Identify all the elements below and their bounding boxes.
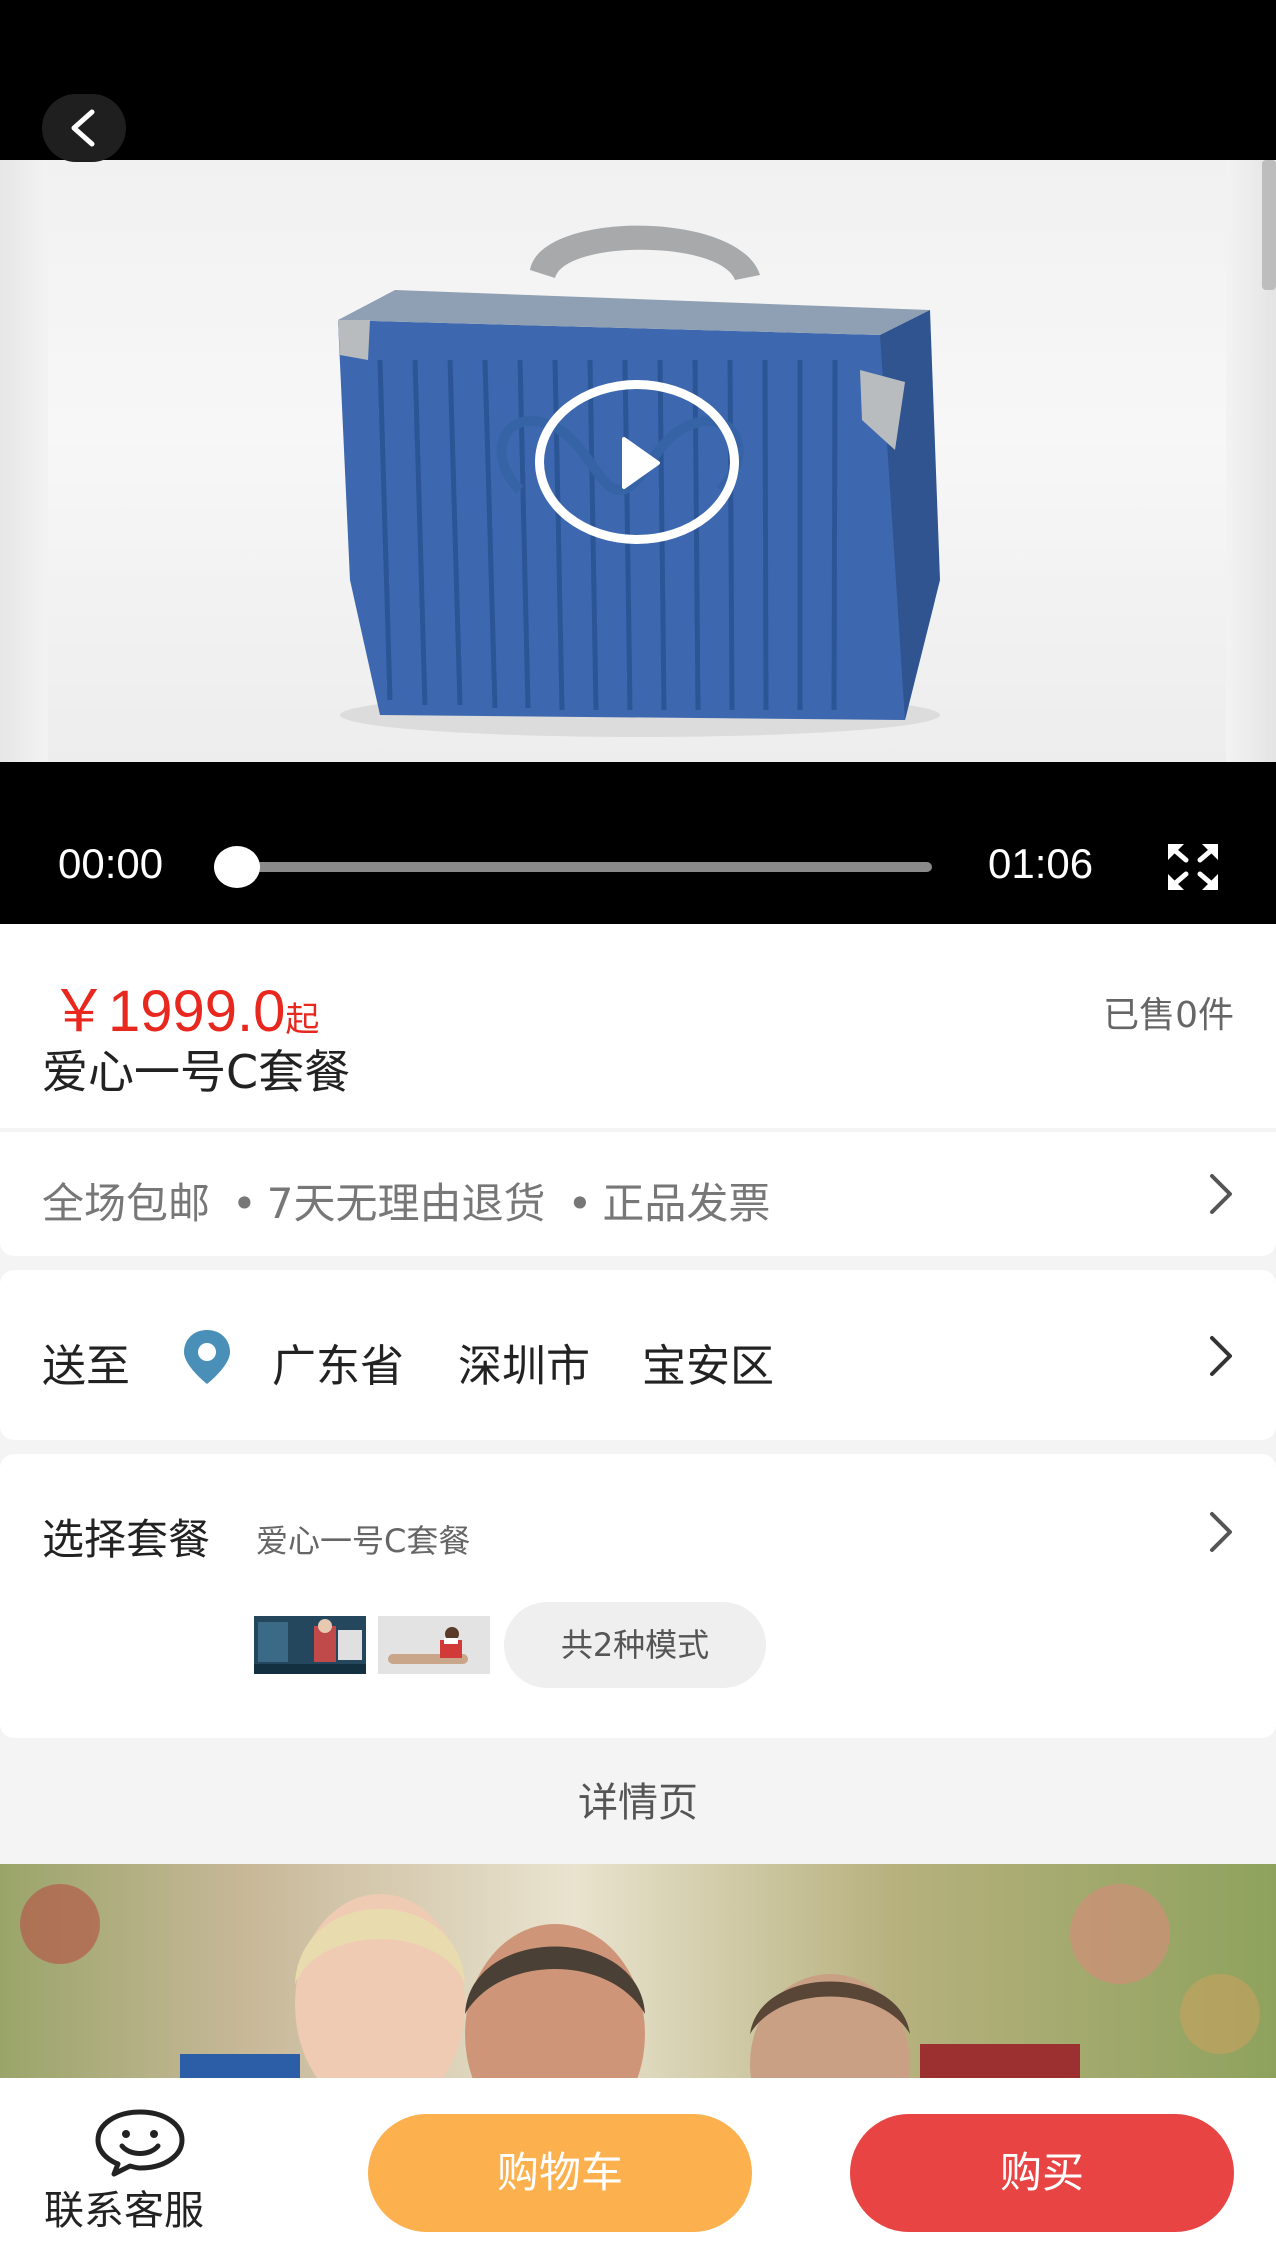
dot-separator: • xyxy=(567,1179,593,1228)
play-button[interactable] xyxy=(535,380,739,544)
currency-symbol: ￥ xyxy=(50,979,109,1044)
customer-service-button[interactable]: 联系客服 xyxy=(30,2108,250,2238)
detail-photo xyxy=(0,1864,1276,2078)
chevron-right-icon xyxy=(1210,1512,1232,1552)
service-item: 全场包邮 xyxy=(42,1179,211,1228)
customer-service-label: 联系客服 xyxy=(44,2188,204,2234)
smiley-chat-icon xyxy=(95,2109,185,2177)
duration-time: 01:06 xyxy=(988,840,1094,887)
chevron-right-icon xyxy=(1210,1174,1232,1214)
back-icon xyxy=(71,109,95,147)
play-icon xyxy=(622,437,660,489)
delivery-address-row[interactable]: 送至 广东省 深圳市 宝安区 xyxy=(0,1270,1276,1440)
package-thumbnail-image xyxy=(254,1616,366,1674)
chevron-right-icon xyxy=(1210,1336,1232,1376)
video-controls: 00:00 01:06 xyxy=(0,820,1276,916)
delivery-city: 深圳市 xyxy=(458,1341,590,1392)
service-guarantee-row[interactable]: 全场包邮 • 7天无理由退货 • 正品发票 xyxy=(0,1132,1276,1256)
scrollbar-thumb[interactable] xyxy=(1262,160,1276,290)
sold-count: 已售0件 xyxy=(1103,995,1234,1036)
buy-button[interactable]: 购买 xyxy=(850,2114,1234,2232)
back-button[interactable] xyxy=(42,94,126,162)
modes-count-button[interactable]: 共2种模式 xyxy=(504,1602,766,1688)
service-item: 正品发票 xyxy=(602,1179,771,1228)
delivery-province: 广东省 xyxy=(272,1341,404,1392)
package-thumbnail-image xyxy=(378,1616,490,1674)
product-info-card: ￥1999.0起 已售0件 爱心一号C套餐 xyxy=(0,924,1276,1128)
delivery-district: 宝安区 xyxy=(642,1341,774,1392)
delivery-label: 送至 xyxy=(42,1341,130,1392)
video-player[interactable]: 00:00 01:06 xyxy=(0,0,1276,924)
family-photo-image xyxy=(20,1884,1260,2078)
selected-package: 爱心一号C套餐 xyxy=(256,1522,471,1560)
package-label: 选择套餐 xyxy=(42,1515,211,1564)
fullscreen-icon[interactable] xyxy=(1166,842,1220,892)
service-list: 全场包邮 • 7天无理由退货 • 正品发票 xyxy=(42,1170,770,1231)
detail-section-title: 详情页 xyxy=(578,1780,698,1826)
price-value: 1999.0 xyxy=(108,979,286,1044)
service-item: 7天无理由退货 xyxy=(266,1179,546,1228)
package-select-card[interactable]: 选择套餐 爱心一号C套餐 共2种模式 xyxy=(0,1454,1276,1738)
price-suffix: 起 xyxy=(285,1001,320,1039)
current-time: 00:00 xyxy=(58,840,164,887)
bottom-action-bar: 联系客服 购物车 购买 xyxy=(0,2078,1276,2268)
package-thumbnail[interactable] xyxy=(378,1616,490,1674)
dot-separator: • xyxy=(232,1179,257,1228)
package-thumbnail[interactable] xyxy=(254,1616,366,1674)
product-title: 爱心一号C套餐 xyxy=(42,1045,351,1099)
add-to-cart-button[interactable]: 购物车 xyxy=(368,2114,752,2232)
progress-track[interactable] xyxy=(222,862,932,872)
progress-knob[interactable] xyxy=(214,846,260,888)
location-pin-icon xyxy=(184,1330,230,1384)
